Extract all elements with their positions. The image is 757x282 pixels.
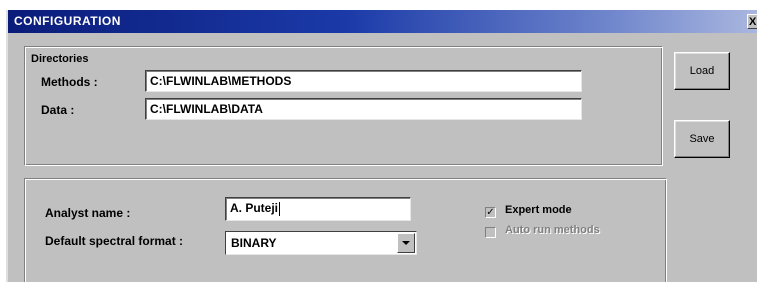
check-icon: ✓ — [486, 207, 495, 218]
spectral-format-label: Default spectral format : — [45, 234, 184, 248]
spectral-format-value: BINARY — [231, 236, 277, 250]
close-icon: X — [749, 16, 757, 28]
text-caret — [279, 201, 281, 216]
chevron-down-icon[interactable] — [397, 233, 415, 253]
auto-run-checkbox[interactable] — [485, 227, 496, 238]
analyst-name-value: A. Puteji — [230, 201, 279, 215]
analyst-name-label: Analyst name : — [45, 206, 131, 220]
methods-label: Methods : — [41, 75, 98, 89]
analyst-name-input[interactable]: A. Puteji — [225, 197, 411, 221]
analyst-settings-group: Analyst name : A. Puteji Default spectra… — [24, 178, 667, 282]
methods-path-input[interactable]: C:\FLWINLAB\METHODS — [145, 70, 582, 92]
spectral-format-select[interactable]: BINARY — [225, 231, 417, 255]
directories-group: Directories Methods : C:\FLWINLAB\METHOD… — [24, 46, 663, 166]
data-path-input[interactable]: C:\FLWINLAB\DATA — [145, 98, 582, 120]
close-button[interactable]: X — [747, 14, 757, 29]
data-path-value: C:\FLWINLAB\DATA — [150, 102, 263, 116]
save-button[interactable]: Save — [674, 120, 730, 158]
expert-mode-label: Expert mode — [505, 204, 572, 216]
expert-mode-checkbox[interactable]: ✓ — [485, 207, 496, 218]
load-button[interactable]: Load — [674, 52, 730, 90]
configuration-window: CONFIGURATION X Directories Methods : C:… — [6, 10, 757, 282]
methods-path-value: C:\FLWINLAB\METHODS — [150, 74, 292, 88]
directories-group-title: Directories — [31, 53, 89, 65]
window-title: CONFIGURATION — [14, 14, 121, 28]
title-bar[interactable]: CONFIGURATION X — [8, 10, 757, 33]
data-label: Data : — [41, 103, 75, 117]
auto-run-label: Auto run methods — [505, 224, 600, 236]
